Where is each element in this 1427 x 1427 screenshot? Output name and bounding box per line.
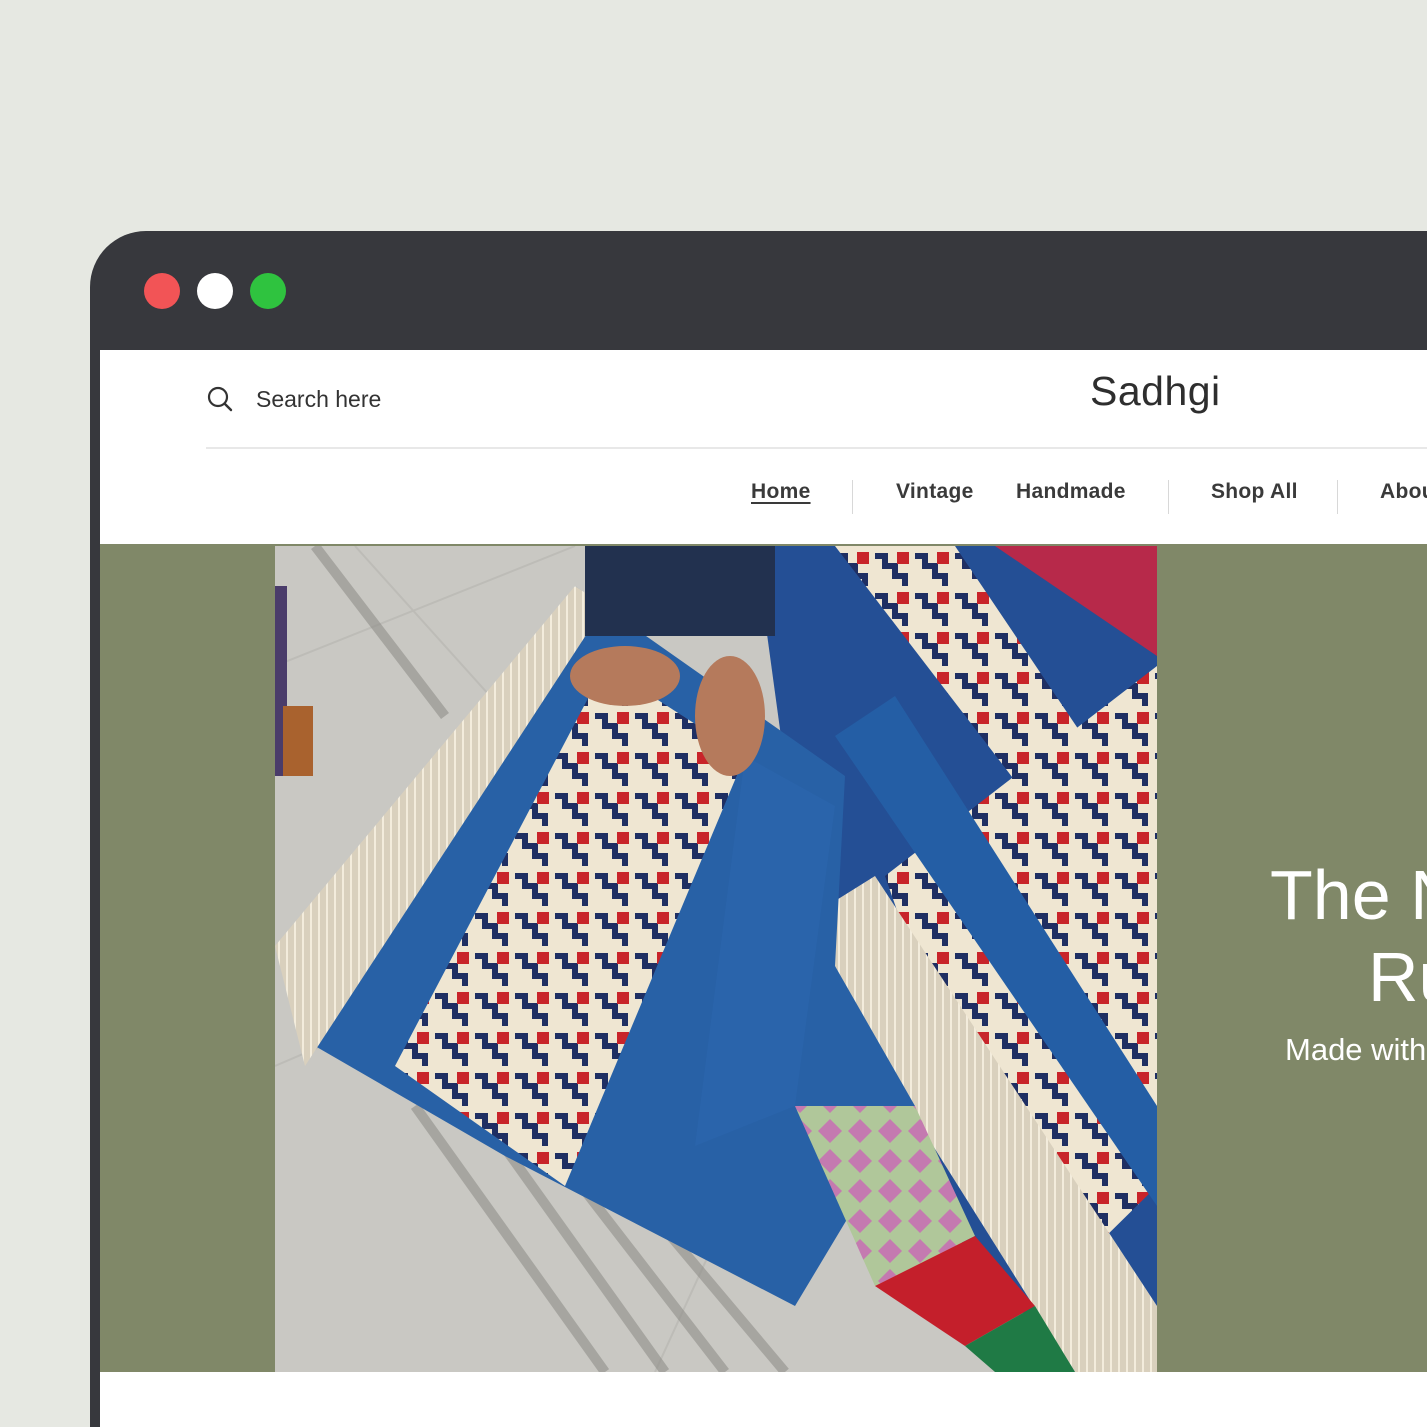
nav-separator (1168, 480, 1169, 514)
hero-rug-image (275, 546, 1157, 1372)
nav-item-vintage[interactable]: Vintage (896, 480, 974, 504)
maximize-window-button[interactable] (250, 273, 286, 309)
minimize-window-button[interactable] (197, 273, 233, 309)
nav-separator (1337, 480, 1338, 514)
nav-separator (852, 480, 853, 514)
nav-item-handmade[interactable]: Handmade (1016, 480, 1126, 504)
browser-window: Search here Sadhgi Home Vintage Handmade… (90, 231, 1427, 1427)
search-icon (207, 386, 233, 412)
web-page: Search here Sadhgi Home Vintage Handmade… (100, 350, 1427, 1427)
hero-subheading: Made with (1285, 1032, 1427, 1067)
nav-item-about[interactable]: Abou (1380, 480, 1427, 504)
hero-banner: The N Ru Made with (100, 544, 1427, 1372)
hero-heading-line1: The N (1270, 856, 1427, 934)
brand-logo[interactable]: Sadhgi (1090, 368, 1221, 415)
search-box[interactable]: Search here (206, 382, 381, 416)
search-input[interactable]: Search here (256, 386, 381, 413)
header-divider (206, 447, 1427, 449)
nav-item-shop-all[interactable]: Shop All (1211, 480, 1298, 504)
nav-item-home[interactable]: Home (751, 480, 811, 504)
hero-heading-line2: Ru (1368, 938, 1427, 1016)
below-hero-section (100, 1372, 1427, 1427)
close-window-button[interactable] (144, 273, 180, 309)
